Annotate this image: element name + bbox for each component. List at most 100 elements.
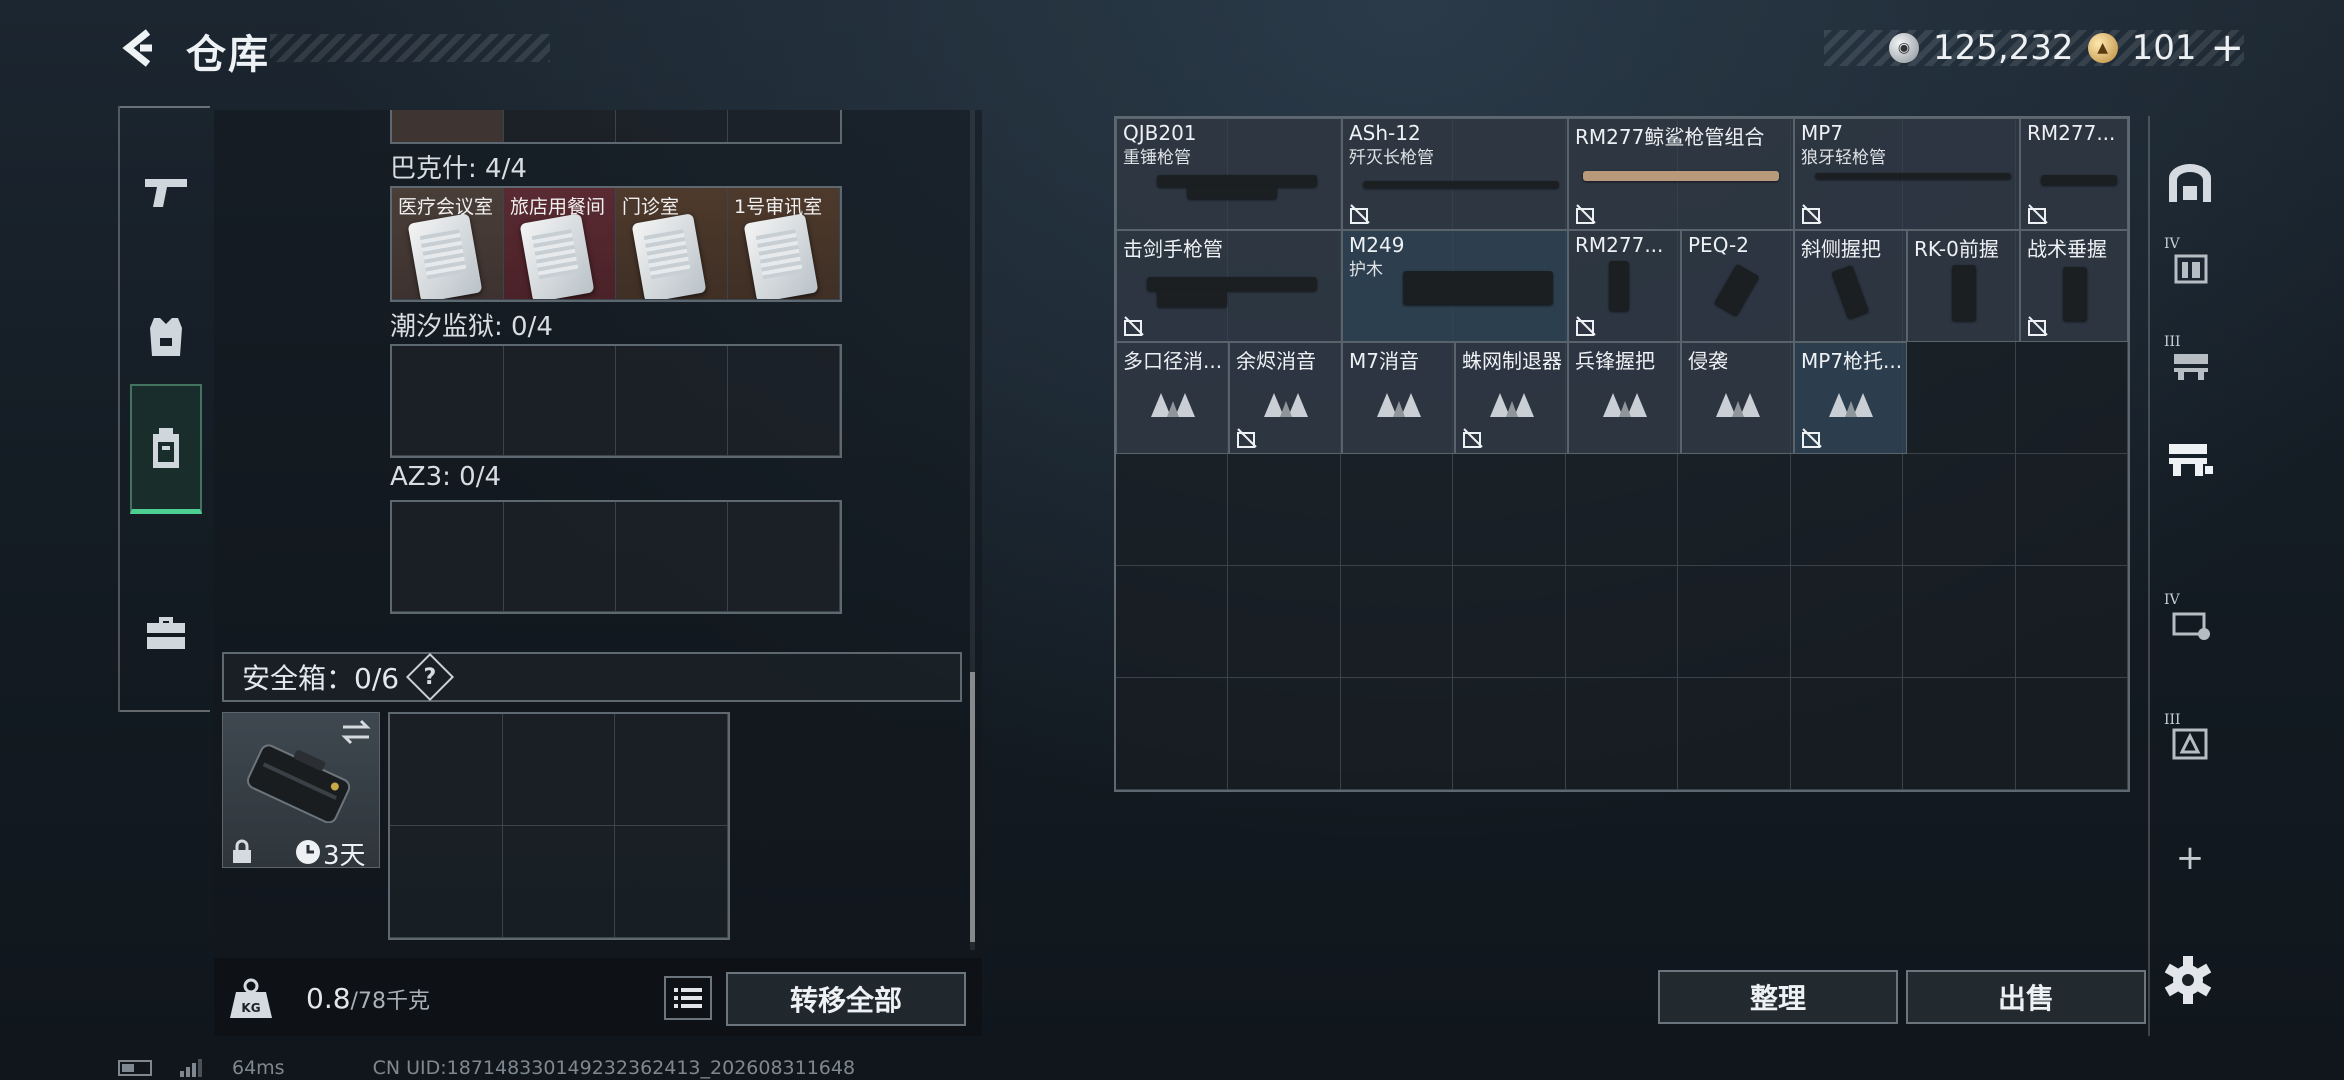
storage-slot[interactable] bbox=[1228, 454, 1341, 566]
empty-slot[interactable] bbox=[728, 502, 840, 612]
item-subname: 歼灭长枪管 bbox=[1349, 148, 1434, 168]
storage-slot[interactable] bbox=[1116, 566, 1229, 678]
tab-storage-iii-warn[interactable]: III bbox=[2158, 710, 2222, 774]
empty-slot[interactable] bbox=[616, 502, 728, 612]
storage-slot[interactable] bbox=[1116, 454, 1229, 566]
storage-item[interactable]: 击剑手枪管 bbox=[1116, 230, 1342, 342]
storage-slot[interactable] bbox=[1340, 566, 1454, 678]
storage-item[interactable]: PEQ-2 bbox=[1681, 230, 1794, 342]
scrollbar-thumb[interactable] bbox=[970, 672, 975, 942]
storage-slot[interactable] bbox=[1678, 454, 1791, 566]
storage-slot[interactable] bbox=[2015, 342, 2128, 454]
storage-item[interactable]: 多口径消... bbox=[1116, 342, 1229, 454]
storage-slot[interactable] bbox=[1116, 678, 1229, 790]
empty-slot[interactable] bbox=[728, 346, 840, 456]
storage-item[interactable]: 斜侧握把 bbox=[1794, 230, 1907, 342]
storage-slot[interactable] bbox=[2015, 566, 2128, 678]
storage-item[interactable]: ASh-12 歼灭长枪管 bbox=[1342, 118, 1568, 230]
help-button[interactable]: ? bbox=[406, 652, 455, 702]
storage-item[interactable]: M7消音 bbox=[1342, 342, 1455, 454]
empty-slot[interactable] bbox=[728, 110, 840, 142]
storage-slot[interactable] bbox=[1790, 566, 1904, 678]
key-card[interactable]: 医疗会议室 bbox=[392, 188, 504, 300]
empty-slot[interactable] bbox=[615, 714, 728, 826]
weight-readout: 0.8/78千克 bbox=[306, 982, 430, 1015]
tab-storage-active[interactable] bbox=[2158, 428, 2222, 492]
storage-item[interactable]: MP7枪托... bbox=[1794, 342, 1907, 454]
empty-slot[interactable] bbox=[392, 346, 504, 456]
empty-slot[interactable] bbox=[504, 346, 616, 456]
weight-max: /78 bbox=[350, 989, 386, 1014]
tab-weapons[interactable] bbox=[130, 128, 202, 258]
key-card[interactable]: 1号审讯室 bbox=[728, 188, 840, 300]
storage-item[interactable]: RK-0前握 bbox=[1907, 230, 2020, 342]
storage-slot[interactable] bbox=[1453, 566, 1566, 678]
storage-slot[interactable] bbox=[1903, 566, 2016, 678]
tab-armor[interactable] bbox=[130, 272, 202, 402]
empty-slot[interactable] bbox=[502, 714, 616, 826]
empty-slot[interactable] bbox=[392, 502, 504, 612]
empty-slot[interactable] bbox=[615, 826, 728, 938]
empty-slot[interactable] bbox=[504, 110, 616, 142]
swap-icon[interactable] bbox=[341, 719, 371, 745]
storage-slot[interactable] bbox=[2015, 454, 2128, 566]
storage-slot[interactable] bbox=[1453, 678, 1566, 790]
storage-item[interactable]: 余烬消音 bbox=[1229, 342, 1342, 454]
barrel-icon bbox=[1363, 181, 1559, 188]
storage-slot[interactable] bbox=[1340, 678, 1454, 790]
tab-backpack[interactable] bbox=[130, 384, 202, 514]
safe-box-item[interactable]: 3天 bbox=[222, 712, 380, 871]
tab-storage-iii[interactable]: III bbox=[2158, 332, 2222, 396]
empty-slot[interactable] bbox=[502, 826, 616, 938]
empty-slot[interactable] bbox=[504, 502, 616, 612]
empty-slot[interactable] bbox=[390, 714, 503, 826]
tab-cases[interactable] bbox=[130, 568, 202, 698]
add-currency-button[interactable]: + bbox=[2210, 28, 2244, 68]
shelf-icon bbox=[2169, 164, 2211, 202]
storage-slot[interactable] bbox=[1340, 454, 1454, 566]
tab-storage-iv-lock[interactable]: IV bbox=[2158, 590, 2222, 654]
storage-slot[interactable] bbox=[1790, 678, 1904, 790]
storage-item[interactable]: RM277鲸鲨枪管组合 bbox=[1568, 118, 1794, 230]
silver-coin-amount: 125,232 bbox=[1932, 28, 2074, 68]
storage-item[interactable]: RM277... bbox=[1568, 230, 1681, 342]
storage-item[interactable]: 蛛网制退器 bbox=[1455, 342, 1568, 454]
empty-slot[interactable] bbox=[616, 110, 728, 142]
storage-slot[interactable] bbox=[1903, 678, 2016, 790]
storage-slot[interactable] bbox=[1565, 454, 1679, 566]
left-category-nav bbox=[118, 106, 210, 712]
sort-button[interactable]: 整理 bbox=[1658, 970, 1898, 1024]
storage-slot[interactable] bbox=[1565, 678, 1679, 790]
storage-slot[interactable] bbox=[1228, 566, 1341, 678]
barrel-icon bbox=[2041, 175, 2117, 185]
storage-slot[interactable] bbox=[1903, 342, 2016, 454]
storage-item[interactable]: M249 护木 bbox=[1342, 230, 1568, 342]
storage-item[interactable]: RM277... bbox=[2020, 118, 2128, 230]
storage-item[interactable]: MP7 狼牙轻枪管 bbox=[1794, 118, 2020, 230]
storage-slot[interactable] bbox=[1565, 566, 1679, 678]
storage-slot[interactable] bbox=[2015, 678, 2128, 790]
key-card[interactable]: 旅店用餐间 bbox=[504, 188, 616, 300]
storage-item[interactable]: QJB201 重锤枪管 bbox=[1116, 118, 1342, 230]
add-storage-page-button[interactable]: + bbox=[2158, 826, 2222, 890]
tab-storage-iv[interactable]: IV bbox=[2158, 234, 2222, 298]
storage-slot[interactable] bbox=[1790, 454, 1904, 566]
storage-slot[interactable] bbox=[1228, 678, 1341, 790]
key-card[interactable]: 门诊室 bbox=[616, 188, 728, 300]
tab-shelf[interactable] bbox=[2158, 152, 2222, 216]
list-view-button[interactable] bbox=[664, 976, 712, 1020]
partial-key-card[interactable] bbox=[392, 110, 504, 142]
transfer-all-button[interactable]: 转移全部 bbox=[726, 972, 966, 1026]
gear-icon[interactable] bbox=[2160, 952, 2216, 1008]
back-button[interactable] bbox=[112, 20, 168, 76]
storage-item[interactable]: 侵袭 bbox=[1681, 342, 1794, 454]
storage-item[interactable]: 战术垂握 bbox=[2020, 230, 2128, 342]
storage-item[interactable]: 兵锋握把 bbox=[1568, 342, 1681, 454]
storage-slot[interactable] bbox=[1903, 454, 2016, 566]
storage-slot[interactable] bbox=[1678, 678, 1791, 790]
storage-slot[interactable] bbox=[1453, 454, 1566, 566]
empty-slot[interactable] bbox=[390, 826, 503, 938]
storage-slot[interactable] bbox=[1678, 566, 1791, 678]
sell-button[interactable]: 出售 bbox=[1906, 970, 2146, 1024]
empty-slot[interactable] bbox=[616, 346, 728, 456]
